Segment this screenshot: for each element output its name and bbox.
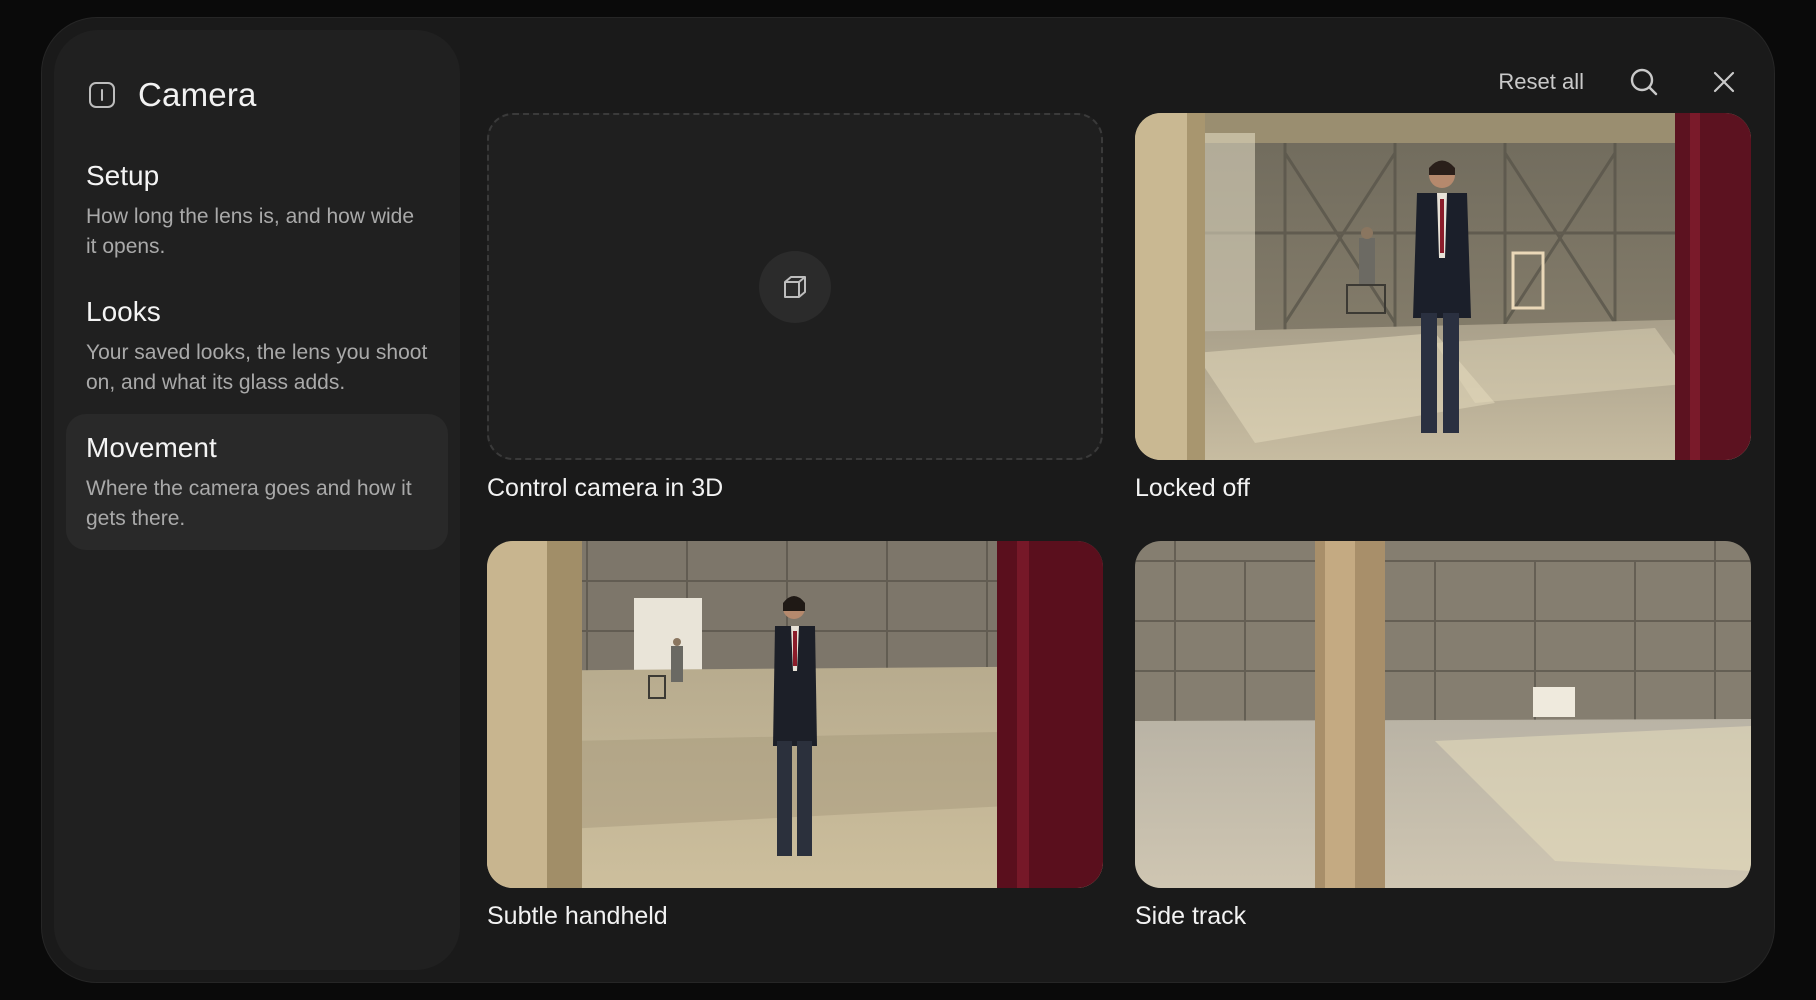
sidebar-nav: Setup How long the lens is, and how wide… bbox=[66, 142, 448, 550]
sidebar-panel-icon[interactable] bbox=[88, 81, 116, 109]
reset-all-button[interactable]: Reset all bbox=[1498, 69, 1584, 95]
control-3d-thumbnail[interactable] bbox=[487, 113, 1103, 460]
preset-label: Side track bbox=[1135, 902, 1247, 930]
preset-label: Locked off bbox=[1135, 474, 1250, 502]
close-icon bbox=[1713, 71, 1735, 93]
sidebar-item-description: Where the camera goes and how it gets th… bbox=[86, 477, 412, 530]
sidebar-item-title: Setup bbox=[86, 160, 160, 191]
preset-card-subtle-handheld[interactable]: Subtle handheld bbox=[487, 541, 1103, 931]
movement-presets-grid: Control camera in 3D Locked off Subtle h… bbox=[487, 113, 1751, 931]
sidebar-title: Camera bbox=[138, 76, 257, 113]
sidebar: Camera Setup How long the lens is, and h… bbox=[54, 30, 460, 970]
sidebar-header: Camera bbox=[88, 76, 257, 114]
preset-label: Control camera in 3D bbox=[487, 474, 724, 502]
search-button[interactable] bbox=[1624, 62, 1664, 102]
camera-window: Camera Setup How long the lens is, and h… bbox=[41, 17, 1775, 983]
preset-card-locked-off[interactable]: Locked off bbox=[1135, 113, 1751, 503]
sidebar-item-description: How long the lens is, and how wide it op… bbox=[86, 205, 415, 258]
subtle-handheld-thumbnail bbox=[487, 541, 1103, 888]
sidebar-item-movement[interactable]: Movement Where the camera goes and how i… bbox=[66, 414, 448, 550]
search-icon bbox=[1630, 68, 1658, 96]
cube-3d-icon bbox=[784, 275, 806, 298]
sidebar-item-looks[interactable]: Looks Your saved looks, the lens you sho… bbox=[66, 278, 448, 414]
close-button[interactable] bbox=[1704, 62, 1744, 102]
cube-button[interactable] bbox=[759, 250, 831, 323]
side-track-thumbnail bbox=[1135, 541, 1751, 888]
preset-label: Subtle handheld bbox=[487, 902, 668, 930]
preset-card-control-3d[interactable]: Control camera in 3D bbox=[487, 113, 1103, 503]
toolbar: Reset all bbox=[1498, 62, 1744, 102]
preset-card-side-track[interactable]: Side track bbox=[1135, 541, 1751, 931]
sidebar-item-title: Movement bbox=[86, 432, 217, 463]
locked-off-thumbnail bbox=[1135, 113, 1751, 460]
sidebar-item-description: Your saved looks, the lens you shoot on,… bbox=[86, 341, 428, 394]
sidebar-item-setup[interactable]: Setup How long the lens is, and how wide… bbox=[66, 142, 448, 278]
sidebar-item-title: Looks bbox=[86, 296, 161, 327]
